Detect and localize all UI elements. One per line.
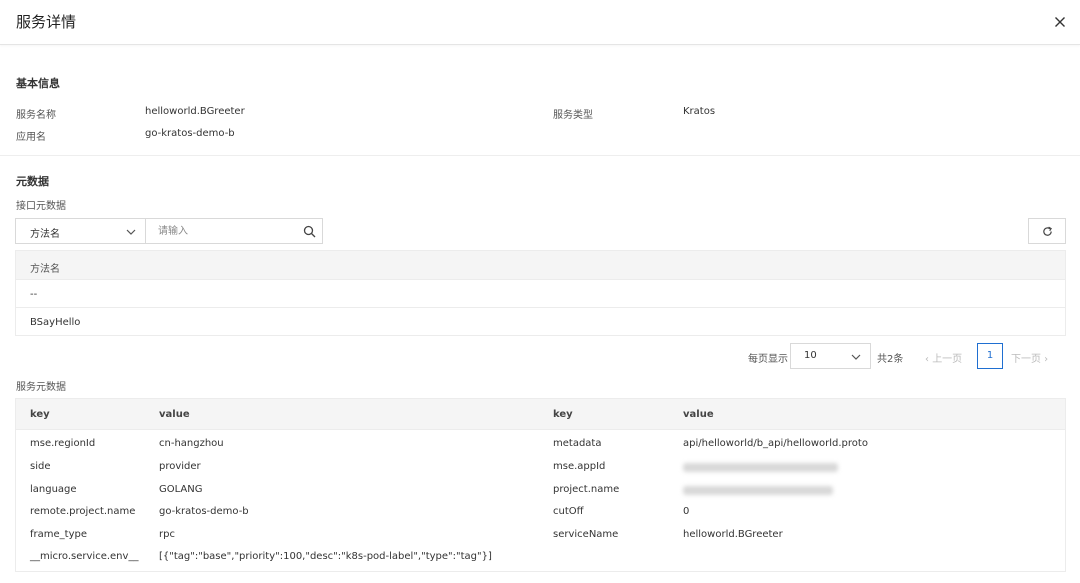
meta-key: frame_type [30,529,87,540]
column-header-method: 方法名 [30,264,60,275]
service-name-value: helloworld.BGreeter [145,106,245,117]
section-divider [0,155,1080,156]
meta-key: side [30,461,51,472]
meta-value: cn-hangzhou [159,438,224,449]
service-type-value: Kratos [683,106,716,117]
table-cell: BSayHello [30,317,81,328]
meta-value: 0 [683,506,690,517]
table-row: BSayHello [16,308,1065,336]
column-header-value: value [159,409,190,420]
service-metadata-title: 服务元数据 [16,382,66,393]
service-name-label: 服务名称 [16,110,56,121]
meta-key: mse.appId [553,461,606,472]
meta-key: __micro.service.env__ [30,551,139,562]
column-header-key: key [30,409,50,420]
meta-key: project.name [553,484,620,495]
search-box[interactable] [145,218,323,244]
table-cell: -- [30,289,38,300]
meta-value: go-kratos-demo-b [159,506,249,517]
page-size-select[interactable]: 10 [790,343,871,369]
refresh-icon [1043,226,1052,236]
column-header-value: value [683,409,714,420]
field-select-value: 方法名 [30,229,60,240]
search-input[interactable] [158,224,298,238]
next-page-label: 下一页 [1011,354,1041,365]
meta-value: provider [159,461,201,472]
meta-key: metadata [553,438,602,449]
service-metadata-table: key value key value mse.regionId cn-hang… [15,398,1066,572]
prev-page-button[interactable]: ‹ 上一页 [925,350,962,365]
column-header-key: key [553,409,573,420]
field-select[interactable]: 方法名 [15,218,146,244]
total-count: 共2条 [877,354,904,365]
interface-metadata-table: 方法名 -- BSayHello [15,250,1066,336]
refresh-button[interactable] [1028,218,1066,244]
metadata-title: 元数据 [16,175,49,188]
search-icon[interactable] [303,225,316,238]
redacted-value [683,486,833,495]
chevron-right-icon: › [1041,354,1049,365]
meta-key: serviceName [553,529,619,540]
meta-value: rpc [159,529,175,540]
per-page-label: 每页显示 [748,354,788,365]
prev-page-label: 上一页 [932,354,963,365]
chevron-down-icon [126,229,136,235]
table-row: -- [16,280,1065,308]
app-name-label: 应用名 [16,132,46,143]
redacted-value [683,463,838,472]
page-number: 1 [986,350,994,361]
meta-key: cutOff [553,506,584,517]
page-button-current[interactable]: 1 [977,343,1003,369]
table-header: 方法名 [16,251,1065,280]
basic-info-title: 基本信息 [16,77,60,90]
meta-value: api/helloworld/b_api/helloworld.proto [683,438,868,449]
meta-key: language [30,484,77,495]
meta-value: helloworld.BGreeter [683,529,783,540]
meta-key: remote.project.name [30,506,136,517]
app-name-value: go-kratos-demo-b [145,128,235,139]
table-header: key value key value [16,399,1065,430]
page-size-value: 10 [804,350,817,361]
drawer-header: 服务详情 [0,0,1080,45]
close-icon[interactable] [1052,14,1068,30]
interface-metadata-title: 接口元数据 [16,201,66,212]
next-page-button[interactable]: 下一页 › [1011,350,1048,365]
chevron-down-icon [851,354,861,360]
meta-value: GOLANG [159,484,203,495]
meta-value: [{"tag":"base","priority":100,"desc":"k8… [159,551,492,562]
page-title: 服务详情 [16,13,77,31]
meta-key: mse.regionId [30,438,96,449]
service-type-label: 服务类型 [553,110,593,121]
